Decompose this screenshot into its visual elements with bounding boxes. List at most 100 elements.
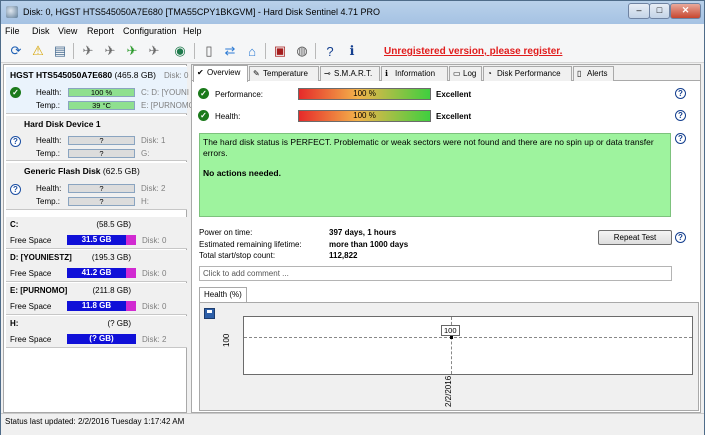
satellite3-icon[interactable]: ✈	[123, 42, 141, 60]
health-rating: Excellent	[436, 112, 472, 121]
free-space-bar: (? GB)	[67, 334, 136, 344]
tab-alerts[interactable]: ▯ Alerts	[573, 66, 614, 81]
health-graph-panel: 100 100 2/2/2016	[199, 302, 699, 411]
register-link[interactable]: Unregistered version, please register.	[384, 46, 562, 57]
overview-panel: ✔ Overview ✎ Temperature ⊸ S.M.A.R.T. ℹ Info…	[191, 64, 701, 413]
volume-disk: Disk: 2	[142, 335, 167, 344]
disk-letters: C: D: [YOUNI	[141, 88, 190, 97]
document-icon[interactable]: ▯	[200, 42, 218, 60]
smart-icon: ⊸	[324, 69, 331, 78]
disk-name-text: Hard Disk Device 1	[24, 119, 101, 129]
menu-disk[interactable]: Disk	[32, 26, 50, 36]
satellite2-icon[interactable]: ✈	[101, 42, 119, 60]
globe-icon[interactable]: ◉	[171, 42, 189, 60]
free-space-label: Free Space	[10, 236, 52, 245]
status-description: The hard disk status is PERFECT. Problem…	[199, 133, 671, 217]
actions-text: No actions needed.	[203, 168, 281, 178]
menu-view[interactable]: View	[58, 26, 77, 36]
check-icon: ✔	[197, 68, 204, 77]
satellite4-icon[interactable]: ✈	[145, 42, 163, 60]
volume-name: C:	[10, 220, 19, 229]
satellite-icon[interactable]: ✈	[79, 42, 97, 60]
help-icon[interactable]: ?	[321, 42, 339, 60]
volume-name: H:	[10, 319, 19, 328]
transfer-icon[interactable]: ⇄	[221, 42, 239, 60]
volume-size: (? GB)	[107, 319, 131, 328]
volume-card-e[interactable]: E: [PURNOMO] (211.8 GB) Free Space 11.8 …	[6, 283, 187, 315]
monitor-icon[interactable]: ▣	[271, 42, 289, 60]
health-label: Health:	[36, 184, 62, 193]
free-space-label: Free Space	[10, 302, 52, 311]
menu-bar: File Disk View Report Configuration Help	[1, 24, 704, 39]
unknown-status-icon: ?	[10, 184, 21, 195]
menu-help[interactable]: Help	[183, 26, 202, 36]
tab-label: S.M.A.R.T.	[334, 69, 373, 78]
disk-list-panel: HGST HTS545050A7E680 (465.8 GB) Disk: 0 …	[3, 64, 195, 413]
disk-letters-2: E: [PURNOMO	[141, 101, 195, 110]
repeat-test-button[interactable]: Repeat Test	[598, 230, 672, 245]
volume-disk: Disk: 0	[142, 236, 167, 245]
help-icon[interactable]: ?	[675, 88, 686, 99]
tab-health-graph[interactable]: Health (%)	[199, 287, 247, 303]
help-icon[interactable]: ?	[675, 232, 686, 243]
menu-report[interactable]: Report	[87, 26, 114, 36]
health-label: Health:	[36, 88, 62, 97]
close-button[interactable]: ✕	[670, 3, 701, 19]
data-label: 100	[441, 325, 460, 336]
temp-bar: 39 °C	[68, 101, 135, 110]
thermometer-icon: ✎	[253, 69, 260, 78]
disk-icon[interactable]: ◍	[293, 42, 311, 60]
comment-field[interactable]: Click to add comment ...	[199, 266, 672, 281]
disk-card-2[interactable]: Generic Flash Disk (62.5 GB) ? Health: ?…	[6, 162, 187, 210]
tab-smart[interactable]: ⊸ S.M.A.R.T.	[320, 66, 380, 81]
volume-size: (195.3 GB)	[91, 253, 131, 262]
disk-card-1[interactable]: Hard Disk Device 1 ? Health: ? Disk: 1 T…	[6, 115, 187, 161]
volume-card-d[interactable]: D: [YOUNIESTZ] (195.3 GB) Free Space 41.…	[6, 250, 187, 282]
log-icon: ▭	[453, 69, 461, 78]
warning-icon[interactable]: ⚠	[29, 42, 47, 60]
tab-log[interactable]: ▭ Log	[449, 66, 482, 81]
startstop-value: 112,822	[329, 251, 358, 260]
temp-bar: ?	[68, 149, 135, 158]
disk-number: Disk: 0	[164, 71, 189, 80]
save-icon[interactable]	[204, 308, 215, 319]
y-tick-label: 100	[222, 333, 231, 347]
tab-label: Temperature	[263, 69, 308, 78]
chart-icon[interactable]: ▤	[51, 42, 69, 60]
volume-size: (58.5 GB)	[96, 220, 131, 229]
title-bar: Disk: 0, HGST HTS545050A7E680 [TMA55CPY1…	[1, 1, 704, 24]
disk-letters: H:	[141, 197, 149, 206]
volume-card-c[interactable]: C: (58.5 GB) Free Space 31.5 GB Disk: 0	[6, 217, 187, 249]
free-space-label: Free Space	[10, 335, 52, 344]
performance-icon: ◔	[487, 69, 492, 78]
tab-information[interactable]: ℹ Information	[381, 66, 448, 81]
help-icon[interactable]: ?	[675, 110, 686, 121]
tab-temperature[interactable]: ✎ Temperature	[249, 66, 319, 81]
unknown-status-icon: ?	[10, 136, 21, 147]
x-tick-label: 2/2/2016	[444, 375, 453, 407]
tab-overview[interactable]: ✔ Overview	[193, 65, 248, 82]
minimize-button[interactable]: –	[628, 3, 650, 19]
volume-disk: Disk: 0	[142, 269, 167, 278]
health-bar: ?	[68, 136, 135, 145]
network-icon[interactable]: ⌂	[243, 42, 261, 60]
data-point	[450, 336, 453, 339]
tab-disk-performance[interactable]: ◔ Disk Performance	[483, 66, 572, 81]
help-icon[interactable]: ?	[675, 133, 686, 144]
performance-ok-icon: ✓	[198, 88, 209, 99]
menu-file[interactable]: File	[5, 26, 20, 36]
menu-configuration[interactable]: Configuration	[123, 26, 177, 36]
window-title: Disk: 0, HGST HTS545050A7E680 [TMA55CPY1…	[23, 7, 380, 17]
tab-label: Alerts	[587, 69, 608, 78]
power-on-value: 397 days, 1 hours	[329, 228, 397, 237]
maximize-button[interactable]: □	[649, 3, 670, 19]
refresh-icon[interactable]: ⟳	[7, 42, 25, 60]
disk-number: Disk: 1	[141, 136, 166, 145]
health-label: Health:	[215, 112, 241, 121]
gridline-100	[244, 337, 692, 338]
volume-card-h[interactable]: H: (? GB) Free Space (? GB) Disk: 2	[6, 316, 187, 348]
disk-size: (465.8 GB)	[114, 70, 157, 80]
ok-status-icon: ✓	[10, 87, 21, 98]
info-icon[interactable]: ℹ	[343, 42, 361, 60]
disk-card-0[interactable]: HGST HTS545050A7E680 (465.8 GB) Disk: 0 …	[6, 66, 195, 114]
